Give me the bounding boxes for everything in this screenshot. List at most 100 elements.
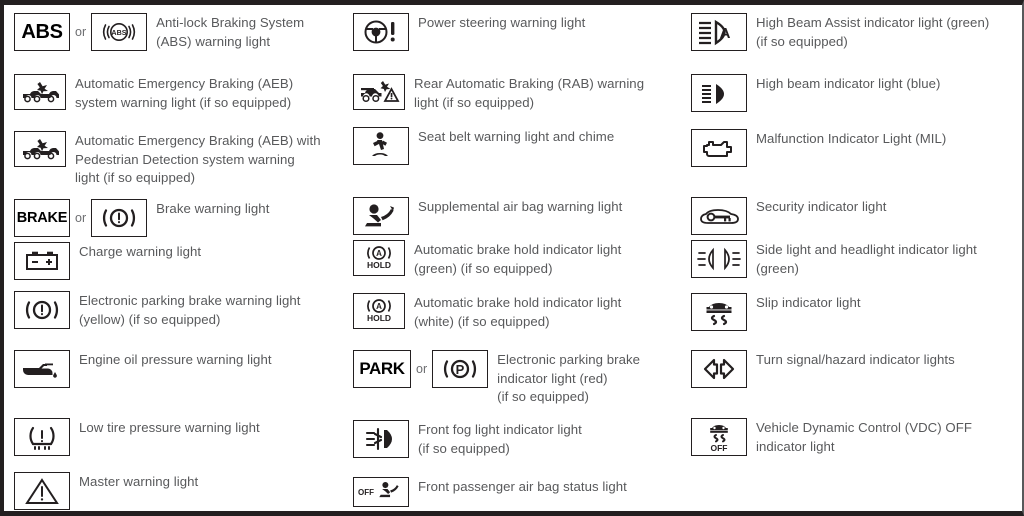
- icon-group-high-beam-assist: A: [691, 13, 747, 51]
- abs-circle-symbol-icon: ABS: [91, 13, 148, 51]
- icon-group-front-fog: [353, 420, 409, 458]
- legend-label-side-headlight: Side light and headlight indicator light…: [756, 242, 977, 276]
- legend-label-brake-hold-white: Automatic brake hold indicator light (wh…: [414, 295, 622, 329]
- legend-row-mil: Malfunction Indicator Light (MIL): [691, 129, 946, 167]
- svg-text:A: A: [376, 302, 382, 311]
- legend-label-passenger-air-bag: Front passenger air bag status light: [418, 479, 627, 494]
- legend-row-brake: BRAKE or Brake warning light: [14, 199, 269, 237]
- slip-car-symbol-icon: [691, 293, 747, 331]
- abs-text-symbol-icon: ABS: [14, 13, 70, 51]
- auto-hold-text: HOLD: [367, 260, 391, 270]
- legend-label-master-warning: Master warning light: [79, 474, 199, 489]
- icon-group-side-headlight: [691, 240, 747, 278]
- air-bag-symbol-icon: [353, 197, 409, 235]
- legend-label-high-beam-assist: High Beam Assist indicator light (green)…: [756, 15, 990, 49]
- legend-row-aeb: Automatic Emergency Braking (AEB) system…: [14, 74, 293, 112]
- abs-text: ABS: [21, 20, 63, 43]
- legend-label-turn-signal: Turn signal/hazard indicator lights: [756, 352, 955, 367]
- off-text: OFF: [358, 488, 374, 497]
- legend-label-seat-belt: Seat belt warning light and chime: [418, 129, 615, 144]
- park-text-symbol-icon: PARK: [353, 350, 411, 388]
- icon-group-mil: [691, 129, 747, 167]
- legend-row-tire-pressure: Low tire pressure warning light: [14, 418, 260, 456]
- seat-belt-symbol-icon: [353, 127, 409, 165]
- icon-group-charge: [14, 242, 70, 280]
- legend-row-epb-warning: Electronic parking brake warning light (…: [14, 291, 300, 329]
- icon-group-passenger-air-bag: OFF: [353, 477, 409, 507]
- icon-group-high-beam: [691, 74, 747, 112]
- legend-row-front-fog: Front fog light indicator light (if so e…: [353, 420, 582, 458]
- legend-label-high-beam: High beam indicator light (blue): [756, 76, 941, 91]
- legend-label-power-steering: Power steering warning light: [418, 15, 586, 30]
- icon-group-brake-hold-white: A HOLD: [353, 293, 405, 329]
- legend-row-brake-hold-green: A HOLD Automatic brake hold indicator li…: [353, 240, 621, 278]
- icon-group-aeb-pedestrian: [14, 131, 66, 167]
- park-p-circle-symbol-icon: P: [432, 350, 489, 388]
- legend-row-high-beam-assist: A High Beam Assist indicator light (gree…: [691, 13, 989, 51]
- legend-row-slip: Slip indicator light: [691, 293, 861, 331]
- aeb-pedestrian-symbol-icon: [14, 131, 66, 167]
- icon-group-brake: BRAKE or: [14, 199, 148, 237]
- legend-row-abs: ABS or ABS Anti-lock Braking System (ABS…: [14, 13, 304, 51]
- legend-label-engine-oil: Engine oil pressure warning light: [79, 352, 272, 367]
- legend-row-security: Security indicator light: [691, 197, 886, 235]
- legend-row-side-headlight: Side light and headlight indicator light…: [691, 240, 977, 278]
- legend-label-epb-indicator: Electronic parking brake indicator light…: [497, 352, 641, 404]
- legend-row-aeb-pedestrian: Automatic Emergency Braking (AEB) with P…: [14, 131, 321, 188]
- legend-row-epb-indicator: PARK or P Electronic parking brake indic…: [353, 350, 640, 407]
- brake-circle-symbol-icon: [91, 199, 148, 237]
- legend-label-brake-hold-green: Automatic brake hold indicator light (gr…: [414, 242, 622, 276]
- icon-group-master-warning: [14, 472, 70, 510]
- svg-text:P: P: [456, 362, 465, 377]
- legend-row-air-bag: Supplemental air bag warning light: [353, 197, 622, 235]
- legend-row-vdc-off: OFF Vehicle Dynamic Control (VDC) OFF in…: [691, 418, 972, 456]
- svg-text:ABS: ABS: [112, 28, 127, 37]
- legend-label-air-bag: Supplemental air bag warning light: [418, 199, 623, 214]
- connector-or: or: [75, 25, 87, 39]
- steering-wheel-symbol-icon: [353, 13, 409, 51]
- warning-triangle-symbol-icon: [14, 472, 70, 510]
- icon-group-air-bag: [353, 197, 409, 235]
- icon-group-security: [691, 197, 747, 235]
- high-beam-assist-letter: A: [720, 25, 731, 42]
- engine-symbol-icon: [691, 129, 747, 167]
- security-car-key-symbol-icon: [691, 197, 747, 235]
- battery-symbol-icon: [14, 242, 70, 280]
- side-headlight-symbol-icon: [691, 240, 747, 278]
- legend-row-charge: Charge warning light: [14, 242, 201, 280]
- legend-row-power-steering: Power steering warning light: [353, 13, 585, 51]
- icon-group-abs: ABS or ABS: [14, 13, 148, 51]
- legend-label-rab: Rear Automatic Braking (RAB) warning lig…: [414, 76, 645, 110]
- icon-group-vdc-off: OFF: [691, 418, 747, 456]
- turn-signal-arrows-symbol-icon: [691, 350, 747, 388]
- legend-row-turn-signal: Turn signal/hazard indicator lights: [691, 350, 955, 388]
- legend-label-brake: Brake warning light: [156, 201, 270, 216]
- tire-pressure-symbol-icon: [14, 418, 70, 456]
- aeb-collision-symbol-icon: [14, 74, 66, 110]
- passenger-air-bag-off-symbol-icon: OFF: [353, 477, 409, 507]
- icon-group-power-steering: [353, 13, 409, 51]
- legend-label-epb-warning: Electronic parking brake warning light (…: [79, 293, 301, 327]
- brake-text-symbol-icon: BRAKE: [14, 199, 70, 237]
- vdc-off-text: OFF: [711, 443, 728, 453]
- icon-group-epb-indicator: PARK or P: [353, 350, 489, 388]
- legend-label-tire-pressure: Low tire pressure warning light: [79, 420, 260, 435]
- high-beam-assist-symbol-icon: A: [691, 13, 747, 51]
- legend-label-vdc-off: Vehicle Dynamic Control (VDC) OFF indica…: [756, 420, 972, 454]
- connector-or: or: [75, 211, 87, 225]
- park-text: PARK: [359, 359, 405, 378]
- front-fog-lamp-symbol-icon: [353, 420, 409, 458]
- icon-group-turn-signal: [691, 350, 747, 388]
- connector-or: or: [416, 362, 428, 376]
- parking-brake-circle-symbol-icon: [14, 291, 70, 329]
- legend-row-rab: Rear Automatic Braking (RAB) warning lig…: [353, 74, 644, 112]
- legend-row-brake-hold-white: A HOLD Automatic brake hold indicator li…: [353, 293, 621, 331]
- legend-row-master-warning: Master warning light: [14, 472, 198, 510]
- icon-group-seat-belt: [353, 127, 409, 165]
- warning-lights-legend: ABS or ABS Anti-lock Braking System (ABS…: [0, 0, 1024, 516]
- legend-label-security: Security indicator light: [756, 199, 887, 214]
- legend-label-aeb-pedestrian: Automatic Emergency Braking (AEB) with P…: [75, 133, 321, 185]
- legend-label-abs: Anti-lock Braking System (ABS) warning l…: [156, 15, 305, 49]
- icon-group-slip: [691, 293, 747, 331]
- legend-label-charge: Charge warning light: [79, 244, 202, 259]
